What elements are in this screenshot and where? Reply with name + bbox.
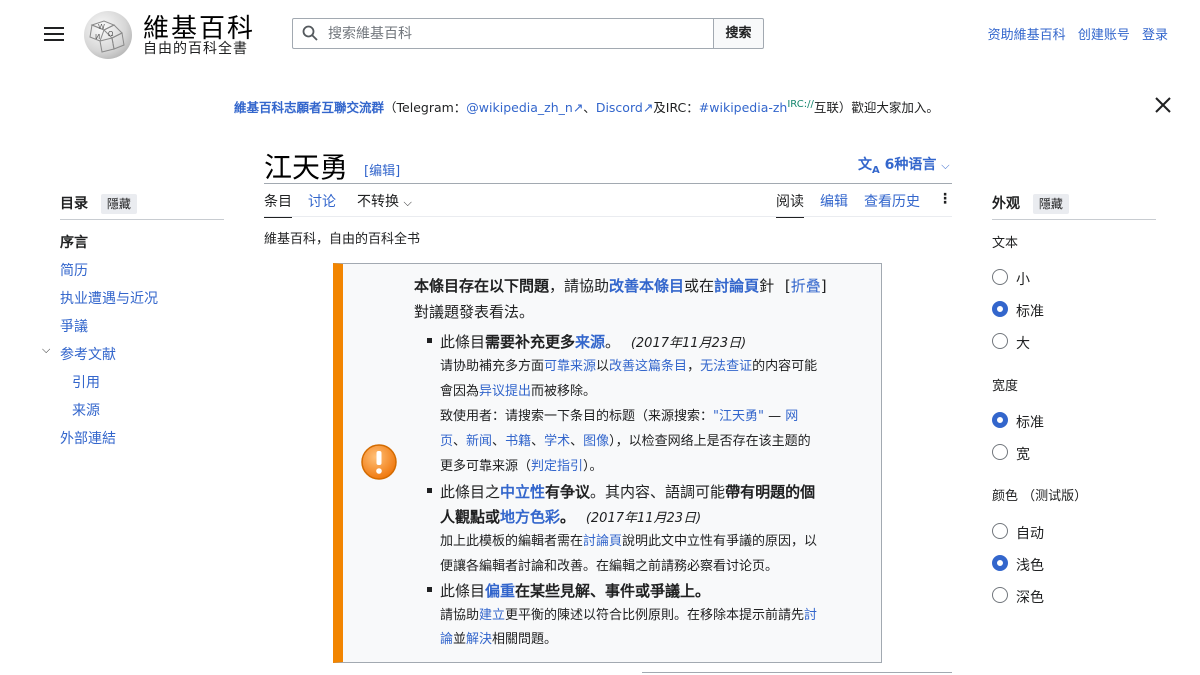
text-size-heading: 文本 (992, 236, 1019, 251)
title-divider (264, 183, 952, 184)
discord-link[interactable]: Discord (596, 100, 643, 115)
tab-edit[interactable]: 编辑 (820, 191, 848, 211)
chevron-down-icon: ⌵ (941, 159, 950, 172)
improve-article-link[interactable]: 改善本條目 (609, 277, 684, 295)
collapse-link[interactable]: 折叠 (791, 277, 821, 295)
close-icon[interactable] (1153, 95, 1173, 115)
toc-title: 目录 隱藏 (60, 193, 137, 214)
toc-item-intro[interactable]: 序言 (60, 232, 88, 252)
width-standard-radio[interactable] (992, 412, 1008, 428)
color-heading: 颜色 （测试版） (992, 489, 1088, 504)
width-heading: 宽度 (992, 379, 1019, 394)
language-icon: 文A (858, 157, 880, 176)
login-link[interactable]: 登录 (1142, 28, 1168, 43)
language-button[interactable]: 文A 6种语言 ⌵ (858, 154, 950, 176)
color-auto-radio[interactable] (992, 523, 1008, 539)
toc-item-references[interactable]: 参考文献 (60, 344, 116, 364)
edit-section-link[interactable]: [编辑] (364, 160, 400, 179)
site-notice: 維基百科志願者互聯交流群（Telegram：@wikipedia_zh_n↗、D… (234, 98, 939, 115)
personal-tools: 资助維基百科 创建账号 登录 (980, 24, 1168, 43)
color-light-radio[interactable] (992, 555, 1008, 571)
neutrality-link[interactable]: 中立性 (500, 483, 545, 501)
talk-page-link[interactable]: 討論頁 (714, 277, 759, 295)
width-wide-radio[interactable] (992, 444, 1008, 460)
search-input[interactable] (326, 22, 700, 46)
issue-more-sources: 此條目需要补充更多来源。 (2017年11月23日) (427, 329, 880, 357)
telegram-link[interactable]: @wikipedia_zh_n (466, 100, 573, 115)
text-size-large-radio[interactable] (992, 333, 1008, 349)
svg-text:Ω: Ω (108, 30, 114, 38)
search-field[interactable] (292, 18, 714, 49)
color-dark-radio[interactable] (992, 587, 1008, 603)
undue-weight-link[interactable]: 偏重 (485, 582, 515, 600)
logo-tagline: 自由的百科全書 (143, 41, 248, 57)
tab-history[interactable]: 查看历史 (864, 191, 920, 211)
notice-lead-link[interactable]: 維基百科志願者互聯交流群 (234, 100, 384, 115)
toc-divider (60, 219, 224, 220)
wikipedia-logo-globe[interactable]: W Ω И (84, 11, 132, 59)
tab-article[interactable]: 条目 (264, 191, 292, 218)
warning-icon (361, 444, 397, 480)
svg-text:И: И (95, 33, 100, 41)
toc-item-citations[interactable]: 引用 (72, 372, 100, 392)
toc-item-sources[interactable]: 来源 (72, 400, 100, 420)
infobox-top-border (642, 672, 952, 673)
search-icon (302, 25, 318, 41)
create-account-link[interactable]: 创建账号 (1078, 28, 1130, 43)
toc-item-external-links[interactable]: 外部連結 (60, 428, 116, 448)
ambox-header: 本條目存在以下問題，請協助改善本條目或在討論頁針 [折叠] (414, 277, 827, 295)
text-size-standard-radio[interactable] (992, 301, 1008, 317)
main-menu-icon[interactable] (44, 24, 64, 42)
tab-talk[interactable]: 讨论 (308, 191, 336, 211)
chevron-down-icon[interactable]: ⌵ (42, 343, 50, 357)
appearance-hide-button[interactable]: 隱藏 (1032, 194, 1069, 214)
donate-link[interactable]: 资助維基百科 (988, 28, 1066, 43)
external-link-icon: ↗ (572, 100, 584, 115)
toc-hide-button[interactable]: 隱藏 (100, 194, 137, 214)
tabs-divider (264, 216, 952, 217)
local-color-link[interactable]: 地方色彩 (500, 508, 560, 526)
site-subtitle: 維基百科，自由的百科全书 (264, 232, 421, 247)
page-title: 江天勇 (264, 151, 349, 184)
text-size-small-radio[interactable] (992, 269, 1008, 285)
variant-dropdown[interactable]: 不转换 ⌵ (357, 191, 412, 211)
toc-item-bio[interactable]: 简历 (60, 260, 88, 280)
tab-read[interactable]: 阅读 (776, 191, 804, 218)
search-button[interactable]: 搜索 (713, 18, 764, 49)
appearance-title: 外观 隱藏 (992, 193, 1069, 214)
chevron-down-icon: ⌵ (403, 196, 412, 209)
issue-undue-weight: 此條目偏重在某些見解、事件或爭議上。 (427, 578, 880, 604)
svg-text:W: W (98, 23, 105, 31)
sources-link[interactable]: 来源 (575, 333, 605, 351)
irc-protocol-label: IRC:// (787, 98, 814, 110)
appearance-divider (992, 219, 1156, 220)
irc-link[interactable]: #wikipedia-zh (699, 100, 788, 115)
more-actions-icon[interactable]: ⋮ (938, 191, 952, 207)
toc-item-controversy[interactable]: 爭議 (60, 316, 88, 336)
issue-neutrality: 此條目之中立性有争议。其内容、語調可能帶有明題的個 (427, 479, 880, 505)
toc-item-career[interactable]: 执业遭遇与近况 (60, 288, 158, 308)
external-link-icon: ↗ (642, 100, 654, 115)
